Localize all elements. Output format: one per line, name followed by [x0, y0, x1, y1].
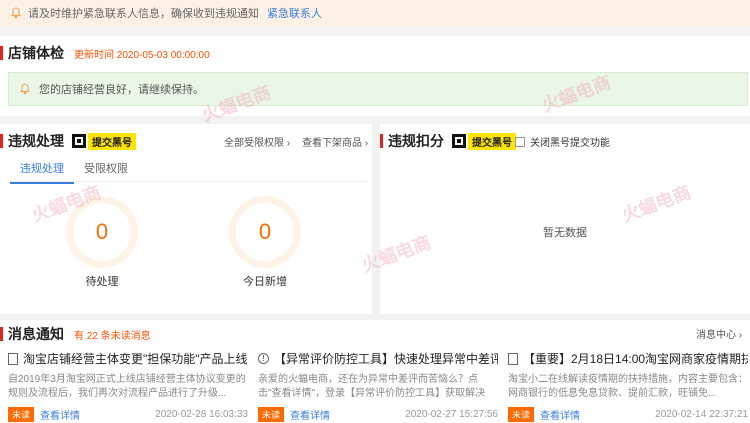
notice-text: 请及时维护紧急联系人信息，确保收到违规通知 — [28, 8, 259, 20]
messages-title: 消息通知 — [8, 326, 64, 342]
store-check-title: 店铺体检 — [8, 45, 64, 61]
view-detail-link[interactable]: 查看详情 — [540, 407, 580, 422]
unread-badge: 未读 — [8, 407, 35, 422]
message-card[interactable]: 【重要】2月18日14:00淘宝网商家疫情期扶... 淘宝小二在线解读疫情期的扶… — [508, 350, 748, 423]
new-today-count: 0 — [236, 203, 294, 261]
deductions-title: 违规扣分 — [388, 133, 444, 149]
doc-icon — [508, 352, 518, 365]
disable-blacklist-toggle[interactable]: 关闭黑号提交功能 — [515, 134, 610, 149]
message-body: 亲爱的火蝠电商，还在为异常中差评而苦恼么？点击"查看详情"，登录【异常评价防控工… — [258, 374, 486, 399]
new-today-label: 今日新增 — [243, 276, 287, 288]
bell-icon — [19, 83, 31, 95]
doc-icon — [8, 352, 18, 365]
title-accent — [0, 134, 3, 148]
message-title-text: 【异常评价防控工具】快速处理异常中差评 — [274, 352, 498, 366]
unread-summary: 有 22 条未读消息 — [74, 330, 151, 342]
all-restricted-link[interactable]: 全部受限权限 › — [224, 134, 290, 149]
message-title: 淘宝店铺经营主体变更"担保功能"产品上线了 — [8, 350, 248, 367]
empty-state-text: 暂无数据 — [543, 227, 587, 239]
message-footer: 未读 查看详情 2020-02-27 15:27:56 — [258, 407, 498, 422]
qr-code-icon — [72, 134, 86, 148]
submit-blacklist-label: 提交黑号 — [88, 132, 136, 150]
submit-blacklist-button-2[interactable]: 提交黑号 — [452, 132, 516, 150]
emergency-contact-link[interactable]: 紧急联系人 — [267, 5, 322, 21]
message-body: 自2019年3月淘宝网正式上线店铺经营主体协议变更的规则及流程后，我们再次对流程… — [8, 374, 246, 399]
pending-label: 待处理 — [85, 276, 119, 288]
message-body: 淘宝小二在线解读疫情期的扶持措施，内容主要包含：网商银行的低息免息贷款、提前汇款… — [508, 374, 748, 399]
submit-blacklist-button[interactable]: 提交黑号 — [72, 132, 136, 150]
title-accent — [0, 327, 3, 341]
message-date: 2020-02-14 22:37:21 — [655, 409, 748, 420]
view-detail-link[interactable]: 查看详情 — [290, 407, 330, 422]
qr-code-icon — [452, 134, 466, 148]
store-status-box: 您的店铺经营良好，请继续保持。 — [8, 72, 748, 106]
message-card[interactable]: ! 【异常评价防控工具】快速处理异常中差评 亲爱的火蝠电商，还在为异常中差评而苦… — [258, 350, 498, 423]
unread-badge: 未读 — [508, 407, 535, 422]
message-card[interactable]: 淘宝店铺经营主体变更"担保功能"产品上线了 自2019年3月淘宝网正式上线店铺经… — [8, 350, 248, 423]
pending-stat-circle: 0 — [66, 196, 138, 268]
message-date: 2020-02-28 16:03:33 — [155, 409, 248, 420]
deductions-header: 违规扣分 提交黑号 — [380, 131, 516, 151]
violations-title: 违规处理 — [8, 133, 64, 149]
pending-count: 0 — [73, 203, 131, 261]
message-title-text: 淘宝店铺经营主体变更"担保功能"产品上线了 — [23, 352, 248, 366]
info-circle-icon: ! — [258, 353, 269, 364]
violations-header: 违规处理 提交黑号 — [0, 131, 136, 151]
submit-blacklist-label-2: 提交黑号 — [468, 132, 516, 150]
store-check-header: 店铺体检 更新时间 2020-05-03 00:00:00 — [0, 43, 210, 63]
unread-badge: 未读 — [258, 407, 285, 422]
message-title: ! 【异常评价防控工具】快速处理异常中差评 — [258, 350, 498, 367]
store-status-text: 您的店铺经营良好，请继续保持。 — [39, 84, 204, 96]
notice-bar: 请及时维护紧急联系人信息，确保收到违规通知 紧急联系人 — [0, 0, 750, 26]
message-date: 2020-02-27 15:27:56 — [405, 409, 498, 420]
message-footer: 未读 查看详情 2020-02-14 22:37:21 — [508, 407, 748, 422]
tabs-divider — [10, 181, 365, 182]
view-detail-link[interactable]: 查看详情 — [40, 407, 80, 422]
update-time: 更新时间 2020-05-03 00:00:00 — [74, 49, 210, 61]
message-title-text: 【重要】2月18日14:00淘宝网商家疫情期扶... — [523, 352, 748, 366]
disable-blacklist-label: 关闭黑号提交功能 — [530, 138, 610, 149]
bell-icon — [10, 7, 22, 19]
messages-header: 消息通知 有 22 条未读消息 — [0, 324, 151, 344]
message-center-link[interactable]: 消息中心 › — [696, 326, 742, 341]
checkbox[interactable] — [515, 136, 525, 147]
title-accent — [380, 134, 383, 148]
deductions-panel — [380, 124, 750, 314]
message-title: 【重要】2月18日14:00淘宝网商家疫情期扶... — [508, 350, 748, 367]
removed-goods-link[interactable]: 查看下架商品 › — [302, 134, 368, 149]
violations-panel — [0, 124, 372, 314]
new-today-stat-circle: 0 — [229, 196, 301, 268]
title-accent — [0, 46, 3, 60]
message-footer: 未读 查看详情 2020-02-28 16:03:33 — [8, 407, 248, 422]
